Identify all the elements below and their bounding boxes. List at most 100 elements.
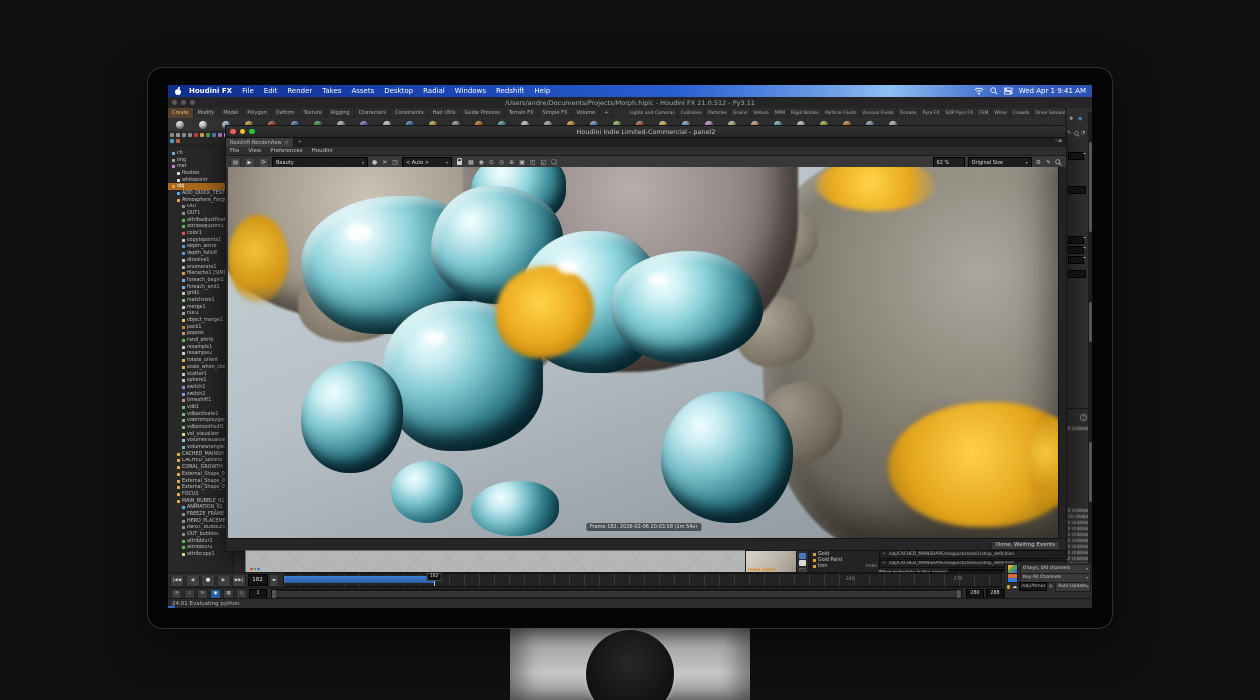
frame-stepper[interactable]: ◂▸ (269, 574, 279, 587)
network-editor-sliver[interactable] (245, 550, 747, 574)
tree-node-row[interactable]: OUT (168, 204, 233, 211)
shelf-tab[interactable]: Wires (992, 108, 1010, 118)
range-slider[interactable] (271, 589, 962, 599)
viewport-tool-icon[interactable]: ⊕ (508, 159, 515, 166)
tree-node-row[interactable]: OUT_bubbles (168, 531, 233, 538)
tab-redshift-renderview[interactable]: Redshift RenderView ✕ (226, 138, 294, 147)
tree-node-row[interactable]: filecache1 [SIM] (168, 270, 233, 277)
menu-bar-item[interactable]: Redshift (491, 87, 529, 95)
shelf-tab[interactable]: Viscous Fluids (860, 108, 898, 118)
tree-node-row[interactable]: External_Shape_02 (168, 478, 233, 485)
shelf-tab[interactable]: Pyro FX (920, 108, 943, 118)
param-field[interactable] (1068, 256, 1084, 264)
menu-bar-item[interactable]: Radial (418, 87, 450, 95)
magnifier-icon[interactable] (1074, 131, 1080, 137)
help-icon[interactable]: ? (1080, 414, 1087, 421)
param-field[interactable] (1068, 236, 1084, 244)
gear-icon[interactable]: ⚙ (1035, 159, 1042, 166)
tree-node-row[interactable]: rand_attrib (168, 337, 233, 344)
tree-node-row[interactable]: attribcopy1 (168, 551, 233, 558)
menu-bar-item[interactable]: Edit (259, 87, 283, 95)
viewport-tool-icon[interactable]: ▣ (518, 159, 526, 166)
tree-toolbar-icon[interactable] (188, 133, 192, 137)
shelf-tab[interactable]: Deform (272, 108, 300, 118)
tree-node-row[interactable]: External_Shape_01 (168, 471, 233, 478)
search-icon[interactable] (990, 87, 998, 95)
tree-node-row[interactable]: volumevisualize (168, 438, 233, 445)
tree-node-row[interactable]: pack1 (168, 324, 233, 331)
shelf-tab[interactable]: Collisions (678, 108, 705, 118)
panel-scrollbar[interactable] (1088, 112, 1092, 602)
shelf-tab[interactable]: Modify (194, 108, 220, 118)
viewport-tool-icon[interactable]: ❏ (550, 159, 557, 166)
shelf-tab[interactable]: Constraints (391, 108, 429, 118)
tree-node-row[interactable]: foreach_begin1 (168, 277, 233, 284)
shelf-tab[interactable]: Hair Utils (429, 108, 461, 118)
menu-bar-item[interactable]: File (237, 87, 259, 95)
dopnet-toggle[interactable]: ▦ (223, 589, 234, 599)
tree-node-row[interactable]: resample1 (168, 344, 233, 351)
key-toggle[interactable]: ◇ (236, 589, 247, 599)
render-menu-item[interactable]: View (244, 148, 265, 154)
tree-node-row[interactable]: grid1 (168, 290, 233, 297)
children-count-row[interactable]: (0 children) (1066, 538, 1088, 543)
shelf-tab[interactable]: Characters (355, 108, 391, 118)
shelf-tool-icon[interactable] (199, 121, 207, 129)
tree-node-row[interactable]: OUT1 (168, 210, 233, 217)
shelf-tab[interactable]: MPM (772, 108, 788, 118)
tree-node-row[interactable]: INPUT_BUBBLES (168, 525, 233, 532)
param-field[interactable] (1068, 152, 1084, 160)
tree-node-row[interactable]: CACHED_MAINSH (168, 451, 233, 458)
tree-node-row[interactable]: depth_falloff (168, 250, 233, 257)
shelf-tool-icon[interactable] (176, 121, 184, 129)
shader-path-row[interactable]: ≡ /obj/CACHED_MAINSHAPE/seqquickshade1/s… (879, 550, 1067, 559)
tree-node-row[interactable]: null1 (168, 311, 233, 318)
lock-icon[interactable] (457, 161, 462, 165)
viewport-tool-icon[interactable]: ◰ (529, 159, 537, 166)
menu-bar-item[interactable]: Render (282, 87, 317, 95)
tree-node-row[interactable]: matchsize1 (168, 297, 233, 304)
tree-node-row[interactable]: vdbsmoothsdf1 (168, 424, 233, 431)
tree-node-row[interactable]: foreach_end1 (168, 284, 233, 291)
render-menu-item[interactable]: File (226, 148, 243, 154)
menu-bar-item[interactable]: Windows (450, 87, 491, 95)
menu-bar-item[interactable]: Desktop (379, 87, 418, 95)
shelf-tab[interactable]: Particles (705, 108, 730, 118)
children-count-row[interactable]: (0 children) (1066, 544, 1088, 549)
jack-icon[interactable]: ⌁ (1083, 245, 1086, 251)
tree-node-row[interactable]: mat (168, 163, 233, 170)
tree-node-row[interactable]: External_Shape_03 (168, 484, 233, 491)
viewport-tool-icon[interactable]: ◱ (540, 159, 548, 166)
timeline[interactable]: 182 240270 (283, 573, 1003, 587)
menu-bar-item[interactable]: Takes (317, 87, 346, 95)
shelf-tab[interactable]: Grains (730, 108, 751, 118)
tree-toolbar-icon[interactable] (218, 133, 222, 137)
range-handle-left[interactable] (272, 590, 276, 598)
stop-button[interactable]: ■ (201, 574, 215, 587)
shelf-tab[interactable]: Oceans (897, 108, 920, 118)
audio-toggle[interactable]: ♪ (184, 589, 195, 599)
play-button[interactable]: ▶ (217, 574, 231, 587)
new-tab-button[interactable]: + (294, 138, 306, 147)
children-count-row[interactable]: (0 children) (1066, 550, 1088, 555)
pencil-icon[interactable]: ✎ (1067, 130, 1071, 136)
children-count-row[interactable]: (0 children) (1066, 532, 1088, 537)
magnifier-icon[interactable] (1055, 159, 1062, 166)
tree-toolbar-icon[interactable] (170, 133, 174, 137)
shelf-tab[interactable]: Texture (299, 108, 326, 118)
menu-bar-item[interactable]: Help (529, 87, 555, 95)
shelf-tab[interactable]: Guide Process (460, 108, 504, 118)
tree-node-row[interactable]: timeshift1 (168, 397, 233, 404)
apple-logo-icon[interactable] (174, 87, 182, 95)
jump-end-button[interactable]: ▶▶| (232, 574, 246, 587)
shelf-tab[interactable]: Vellum (751, 108, 772, 118)
shelf-tab[interactable]: Particle Fluids (823, 108, 860, 118)
tree-toolbar-icon[interactable] (176, 133, 180, 137)
tree-node-row[interactable]: volumewrangle1 (168, 444, 233, 451)
tree-toolbar-icon[interactable] (212, 133, 216, 137)
jack-icon[interactable]: ⌁ (1083, 151, 1086, 157)
range-start-field[interactable]: 1 (249, 589, 267, 599)
render-menu-item[interactable]: Houdini (308, 148, 337, 154)
jack-icon[interactable]: ⌁ (1083, 235, 1086, 241)
rgb-channel-icon[interactable]: ● (371, 159, 378, 166)
